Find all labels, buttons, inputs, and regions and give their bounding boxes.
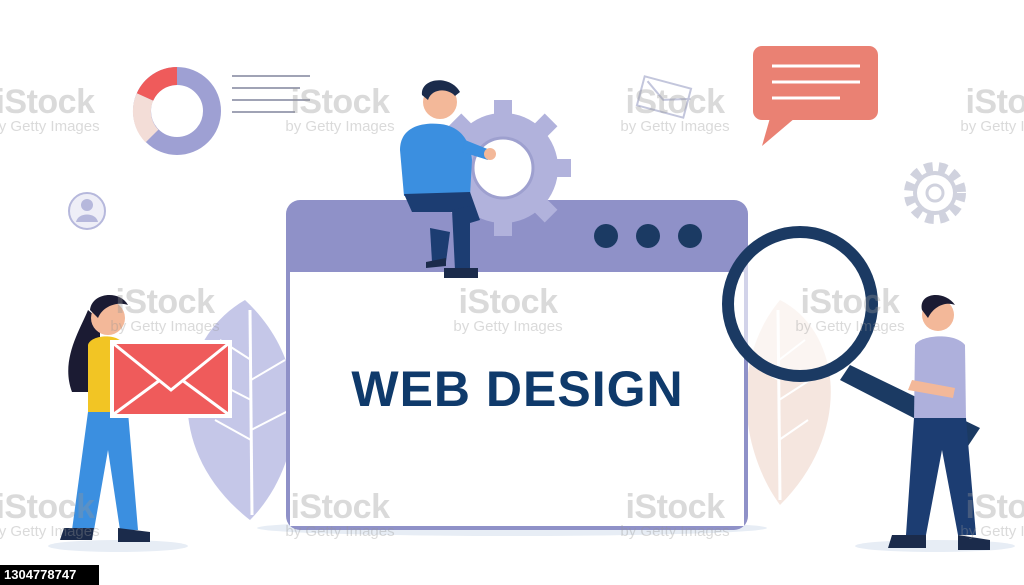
user-circle-icon (68, 192, 106, 230)
man-with-magnifier-figure (888, 294, 990, 550)
speech-bubble-icon (753, 46, 878, 146)
stock-id-label: 1304778747 (0, 565, 99, 585)
illustration-scene (48, 46, 1015, 552)
browser-dot-1 (594, 224, 618, 248)
woman-with-envelope-figure (60, 294, 150, 542)
envelope-icon (110, 340, 232, 418)
chart-legend-lines (232, 75, 310, 113)
browser-dot-3 (678, 224, 702, 248)
browser-dot-2 (636, 224, 660, 248)
mail-outline-icon (635, 75, 693, 119)
headline-text: WEB DESIGN (351, 361, 684, 417)
gear-outline-icon (904, 162, 966, 224)
donut-chart-icon (132, 67, 221, 155)
